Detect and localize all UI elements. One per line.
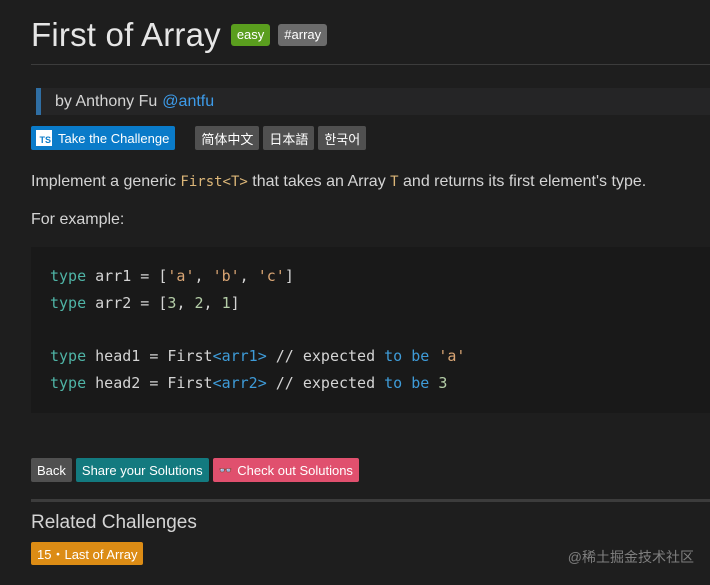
- page-title: First of Array: [31, 16, 221, 53]
- tag-badge-array[interactable]: #array: [278, 24, 328, 46]
- action-buttons: Back Share your Solutions 👓 Check out So…: [31, 458, 363, 482]
- author-blockquote: by Anthony Fu @antfu: [36, 88, 710, 115]
- challenge-buttons: TS Take the Challenge 简体中文 日本語 한국어: [31, 126, 367, 150]
- take-challenge-button[interactable]: TS Take the Challenge: [31, 126, 176, 150]
- code-line: type arr2 = [3, 2, 1]: [50, 294, 240, 312]
- lang-zh-button[interactable]: 简体中文: [195, 126, 260, 150]
- lang-ja-button[interactable]: 日本語: [263, 126, 315, 150]
- example-label: For example:: [31, 211, 125, 228]
- title-divider: [31, 64, 710, 65]
- lang-ko-button[interactable]: 한국어: [318, 126, 367, 150]
- related-challenges-heading: Related Challenges: [31, 512, 197, 533]
- code-line: type head1 = First<arr1> // expected to …: [50, 347, 466, 365]
- check-solutions-label: Check out Solutions: [237, 462, 353, 478]
- difficulty-badge[interactable]: easy: [230, 24, 271, 46]
- author-link[interactable]: @antfu: [162, 93, 214, 111]
- author-name: by Anthony Fu: [55, 92, 158, 110]
- inline-code-first: First<T>: [180, 174, 248, 190]
- check-solutions-button[interactable]: 👓 Check out Solutions: [212, 458, 359, 482]
- section-divider: [31, 499, 710, 502]
- watermark: @稀土掘金技术社区: [567, 549, 694, 565]
- typescript-icon: TS: [36, 130, 52, 146]
- code-line: type arr1 = ['a', 'b', 'c']: [50, 267, 294, 285]
- description-text: that takes an Array: [247, 173, 391, 190]
- title-row: First of Array easy #array: [31, 16, 328, 54]
- description: Implement a generic First<T> that takes …: [31, 173, 646, 191]
- code-line: type head2 = First<arr2> // expected to …: [50, 374, 448, 392]
- description-text: Implement a generic: [31, 173, 181, 190]
- code-block: type arr1 = ['a', 'b', 'c'] type arr2 = …: [31, 247, 710, 413]
- description-text: and returns its first element's type.: [398, 173, 647, 190]
- related-challenge-last-of-array[interactable]: 15・Last of Array: [31, 542, 144, 565]
- share-solutions-button[interactable]: Share your Solutions: [75, 458, 209, 482]
- back-button[interactable]: Back: [31, 458, 72, 482]
- take-challenge-label: Take the Challenge: [58, 130, 170, 146]
- inline-code-t: T: [390, 174, 399, 190]
- glasses-icon: 👓: [218, 464, 233, 477]
